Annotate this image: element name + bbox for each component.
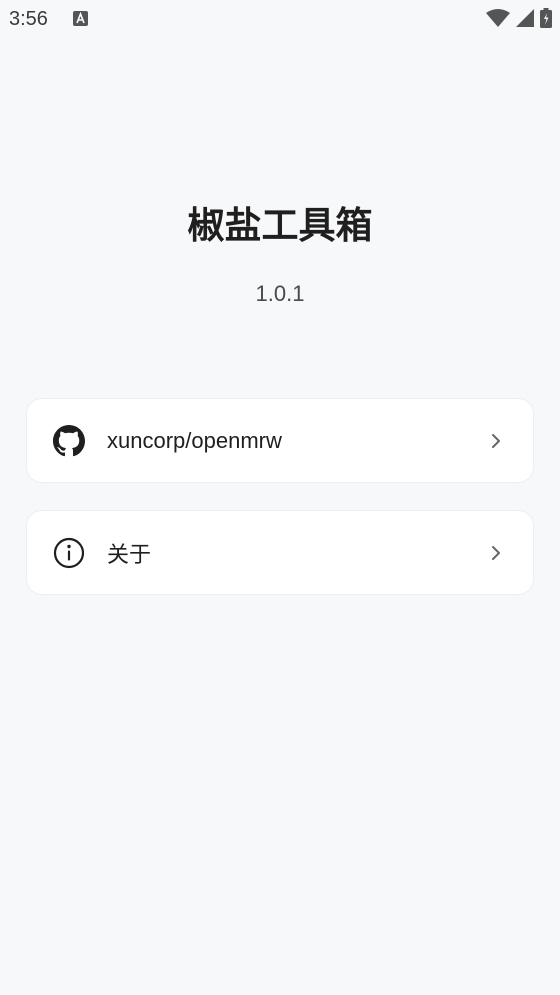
github-repo-link[interactable]: xuncorp/openmrw: [26, 398, 534, 483]
github-repo-label: xuncorp/openmrw: [107, 427, 282, 453]
app-version: 1.0.1: [255, 281, 305, 306]
chevron-right-icon: [492, 545, 500, 560]
github-icon: [53, 424, 85, 456]
wifi-icon: [486, 9, 510, 27]
status-icons: [486, 8, 552, 28]
app-title: 椒盐工具箱: [187, 204, 373, 247]
chevron-right-icon: [492, 433, 500, 448]
battery-icon: [540, 8, 552, 28]
status-time: 3:56: [9, 8, 48, 30]
about-label: 关于: [107, 542, 152, 568]
status-bar: 3:56: [0, 0, 560, 40]
info-icon: [53, 537, 85, 568]
cell-signal-icon: [516, 9, 534, 27]
about-link[interactable]: 关于: [26, 510, 534, 595]
notification-app-icon: [73, 11, 88, 26]
